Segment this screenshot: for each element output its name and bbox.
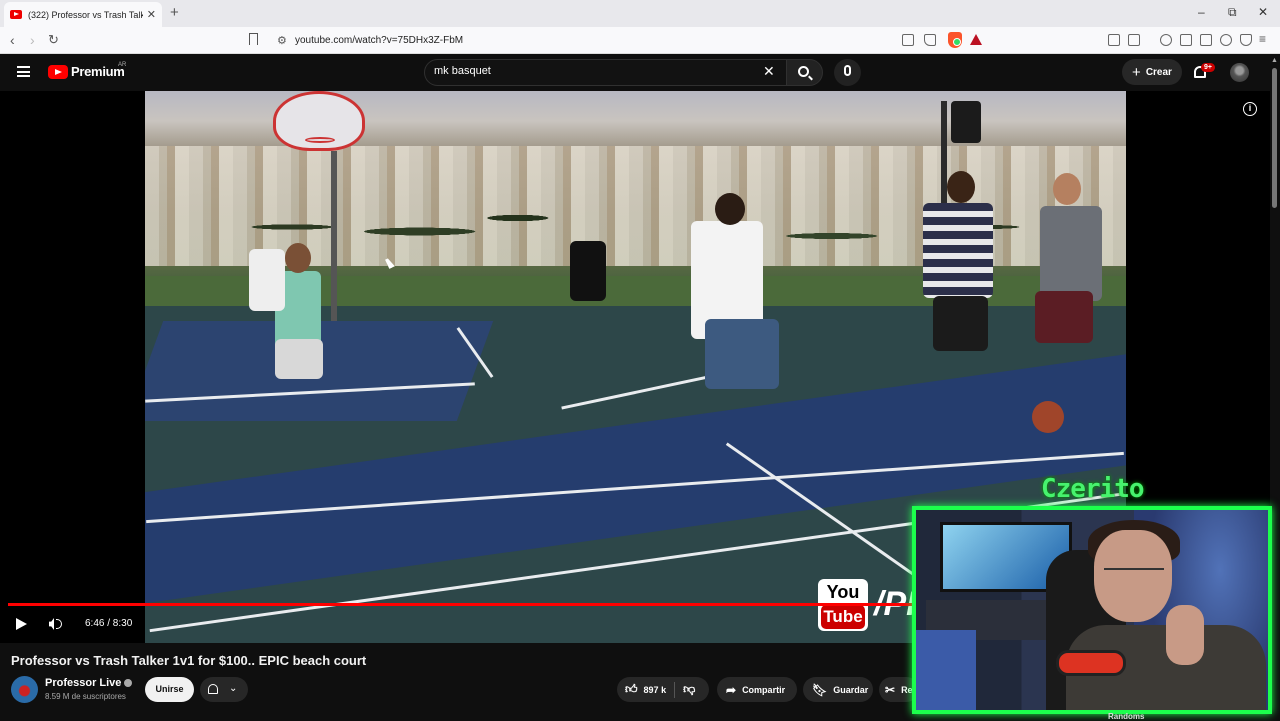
create-button[interactable]: + Crear xyxy=(1122,59,1182,85)
share-arrow-icon: ➦ xyxy=(726,682,737,697)
spectator-shorts xyxy=(933,296,988,351)
professor-head xyxy=(715,193,745,225)
leo-icon[interactable] xyxy=(1220,34,1232,46)
minimize-button[interactable]: – xyxy=(1198,5,1205,19)
share-icon[interactable] xyxy=(924,34,936,46)
plus-icon: + xyxy=(1132,63,1141,81)
spectator-striped xyxy=(923,203,993,298)
streamer-glasses xyxy=(1104,568,1164,580)
search-button[interactable] xyxy=(786,59,823,86)
logo-country-code: AR xyxy=(118,62,127,68)
browser-tab-bar: (322) Professor vs Trash Talker 1v1 ✕ + … xyxy=(0,0,1280,27)
vpn-icon[interactable] xyxy=(1240,34,1252,46)
play-icon[interactable] xyxy=(16,618,27,630)
save-button[interactable]: 🔖︎ Guardar xyxy=(803,677,873,702)
video-title: Professor vs Trash Talker 1v1 for $100..… xyxy=(11,653,367,668)
search-input[interactable] xyxy=(434,65,754,77)
channel-name-text: Professor Live xyxy=(45,677,122,689)
tab-close-icon[interactable]: ✕ xyxy=(147,8,156,21)
progress-played xyxy=(8,603,1007,606)
divider xyxy=(674,681,676,698)
window-close-button[interactable]: ✕ xyxy=(1258,5,1268,19)
clear-search-icon[interactable]: ✕ xyxy=(763,63,775,80)
maximize-button[interactable]: ⧉ xyxy=(1228,5,1237,20)
bell-icon xyxy=(208,684,218,694)
tab-search-icon[interactable] xyxy=(1128,34,1140,46)
clip-label: Re xyxy=(901,684,913,695)
chevron-down-icon: ⌄ xyxy=(229,683,238,694)
channel-name[interactable]: Professor Live xyxy=(45,677,133,689)
extensions-icon[interactable] xyxy=(1108,34,1120,46)
lamp xyxy=(951,101,981,143)
share-label: Compartir xyxy=(742,684,786,695)
youtube-favicon-icon xyxy=(10,10,22,19)
scissors-icon: ✂︎ xyxy=(885,682,896,697)
subscription-bell-button[interactable]: ⌄ xyxy=(200,677,248,702)
cast-icon[interactable] xyxy=(902,34,914,46)
save-label: Guardar xyxy=(833,684,869,695)
shield-badge xyxy=(953,38,961,46)
wallet-icon[interactable] xyxy=(1200,34,1212,46)
webcam-overlay xyxy=(912,506,1272,714)
scrollbar-thumb[interactable] xyxy=(1272,68,1277,208)
hoop-pole xyxy=(331,151,337,321)
spectator-head xyxy=(1053,173,1081,205)
hoop-rim xyxy=(305,137,335,143)
like-dislike-group: 👍︎ 897 k 👎︎ xyxy=(617,677,709,702)
save-bookmark-icon: 🔖︎ xyxy=(812,682,828,697)
player-black-shirt xyxy=(570,241,606,301)
microphone-icon xyxy=(844,65,851,76)
tab-title: (322) Professor vs Trash Talker 1v1 xyxy=(28,9,143,20)
youtube-logo-text[interactable]: Premium xyxy=(71,64,125,79)
foreground-object xyxy=(916,630,976,710)
watermark-you-text: You xyxy=(826,582,860,602)
time-display: 6:46 / 8:30 xyxy=(85,618,133,629)
verified-icon xyxy=(124,679,133,688)
site-settings-icon[interactable]: ⚙ xyxy=(277,34,287,47)
search-box xyxy=(424,59,788,86)
account-avatar[interactable] xyxy=(1230,63,1249,82)
url-text: youtube.com/watch?v=75DHx3Z-FbM xyxy=(295,35,464,46)
voice-search-button[interactable] xyxy=(834,59,861,86)
create-label: Crear xyxy=(1145,66,1172,78)
share-button[interactable]: ➦ Compartir xyxy=(717,677,797,702)
youtube-header: Premium AR ✕ + Crear 9+ xyxy=(0,54,1280,91)
youtube-logo-icon[interactable] xyxy=(48,65,68,79)
search-icon xyxy=(798,66,809,77)
thumbs-up-icon[interactable]: 👍︎ xyxy=(625,682,638,697)
channel-avatar[interactable] xyxy=(11,676,38,703)
streamer-name: Czerito xyxy=(1041,474,1145,504)
spectator-maroon-shorts xyxy=(1035,291,1093,343)
url-field[interactable]: ⚙ youtube.com/watch?v=75DHx3Z-FbM xyxy=(268,30,988,51)
spectator-gray xyxy=(1040,206,1102,301)
like-count[interactable]: 897 k xyxy=(644,685,667,695)
thumbs-down-icon[interactable]: 👎︎ xyxy=(683,682,695,697)
hamburger-menu-icon[interactable] xyxy=(17,66,30,77)
forward-icon[interactable]: › xyxy=(30,32,35,48)
spectator-head xyxy=(947,171,975,203)
rewards-icon[interactable] xyxy=(970,34,982,45)
player-head xyxy=(285,243,311,273)
professor-shorts xyxy=(705,319,779,389)
new-tab-button[interactable]: + xyxy=(170,4,179,21)
join-button[interactable]: Unirse xyxy=(145,677,194,702)
browser-tab[interactable]: (322) Professor vs Trash Talker 1v1 ✕ xyxy=(4,2,162,27)
bookmark-icon[interactable] xyxy=(249,33,258,45)
notifications-badge: 9+ xyxy=(1201,63,1215,72)
watermark-tube-text: Tube xyxy=(821,605,865,629)
basketball xyxy=(1032,401,1064,433)
subscriber-count: 8.59 M de suscriptores xyxy=(45,692,126,701)
reload-icon[interactable]: ↻ xyxy=(48,32,59,48)
music-icon[interactable] xyxy=(1160,34,1172,46)
info-icon[interactable]: i xyxy=(1243,102,1257,116)
streamer-hand xyxy=(1166,605,1204,665)
scroll-up-icon[interactable]: ▲ xyxy=(1271,57,1278,64)
microphone xyxy=(1056,650,1126,676)
back-icon[interactable]: ‹ xyxy=(10,32,15,48)
sidebar-icon[interactable] xyxy=(1180,34,1192,46)
player-white-shirt xyxy=(249,249,285,311)
player-shorts xyxy=(275,339,323,379)
menu-icon[interactable]: ≡ xyxy=(1259,32,1266,46)
address-bar: ‹ › ↻ ⚙ youtube.com/watch?v=75DHx3Z-FbM … xyxy=(0,27,1280,54)
